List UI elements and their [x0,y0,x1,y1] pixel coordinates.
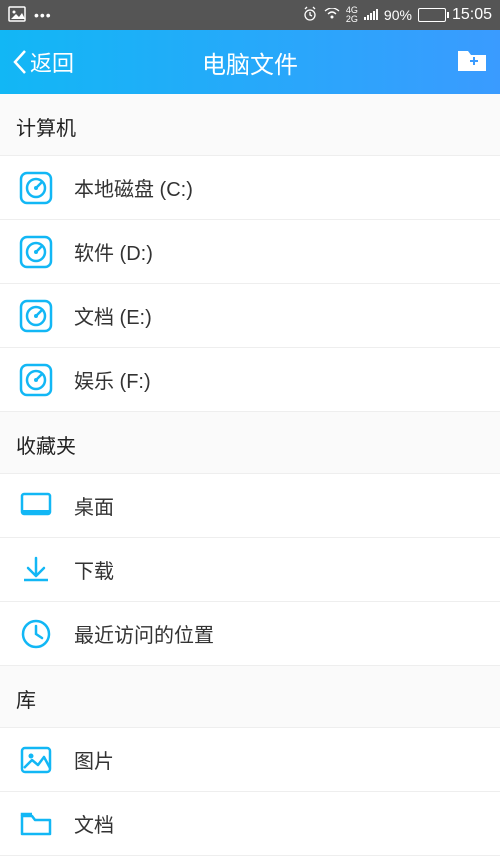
favorite-item-desktop[interactable]: 桌面 [0,474,500,538]
file-browser: 计算机 本地磁盘 (C:) 软件 (D:) 文档 (E:) 娱乐 (F:) 收藏… [0,94,500,856]
signal-icon [364,7,378,23]
battery-icon [418,8,446,22]
library-label: 文档 [74,809,114,838]
drive-item-f[interactable]: 娱乐 (F:) [0,348,500,412]
status-bar: ••• 4G2G 90% 15:05 [0,0,500,30]
favorite-label: 下载 [74,555,114,584]
section-header-libraries: 库 [0,666,500,728]
disk-icon [16,296,56,336]
clock-icon [16,614,56,654]
disk-icon [16,168,56,208]
drive-item-e[interactable]: 文档 (E:) [0,284,500,348]
back-label: 返回 [30,46,74,78]
clock-time: 15:05 [452,6,492,24]
library-item-pictures[interactable]: 图片 [0,728,500,792]
alarm-icon [302,6,318,25]
image-icon [16,740,56,780]
drive-label: 软件 (D:) [74,237,153,266]
disk-icon [16,360,56,400]
folder-icon [16,804,56,844]
new-folder-button[interactable] [456,47,488,78]
favorite-label: 最近访问的位置 [74,619,214,648]
folder-add-icon [456,47,488,73]
drive-label: 娱乐 (F:) [74,365,151,394]
more-icon: ••• [34,7,52,23]
back-button[interactable]: 返回 [12,46,74,78]
network-type: 4G2G [346,6,358,24]
image-icon [8,6,26,25]
wifi-icon [324,7,340,23]
drive-label: 本地磁盘 (C:) [74,173,193,202]
chevron-left-icon [12,49,28,75]
disk-icon [16,232,56,272]
drive-item-c[interactable]: 本地磁盘 (C:) [0,156,500,220]
drive-label: 文档 (E:) [74,301,152,330]
app-header: 返回 电脑文件 [0,30,500,94]
favorite-label: 桌面 [74,491,114,520]
desktop-icon [16,486,56,526]
section-header-computer: 计算机 [0,94,500,156]
section-header-favorites: 收藏夹 [0,412,500,474]
library-label: 图片 [74,745,114,774]
favorite-item-downloads[interactable]: 下载 [0,538,500,602]
drive-item-d[interactable]: 软件 (D:) [0,220,500,284]
battery-percent: 90% [384,7,412,23]
favorite-item-recent[interactable]: 最近访问的位置 [0,602,500,666]
page-title: 电脑文件 [0,45,500,80]
library-item-documents[interactable]: 文档 [0,792,500,856]
download-icon [16,550,56,590]
